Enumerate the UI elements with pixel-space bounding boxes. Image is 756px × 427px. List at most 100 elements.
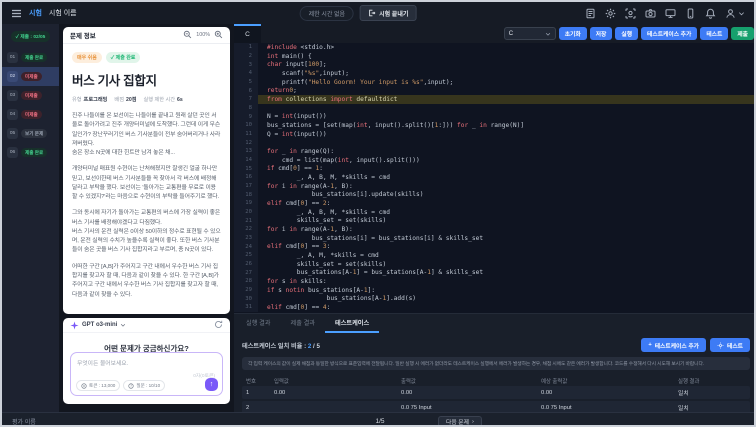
code-line-8[interactable]: 8 bbox=[234, 104, 756, 113]
sidebar-item-04[interactable]: 04미제출 bbox=[2, 105, 59, 124]
line-number: 2 bbox=[234, 52, 258, 61]
testcase-notice: 각 입력 케이스의 값이 실제 채점과 동일한 방식으로 표준입력에 전달됩니다… bbox=[242, 357, 750, 370]
code-line-1[interactable]: 1#include <stdio.h> bbox=[234, 43, 756, 52]
code-line-12[interactable]: 12 bbox=[234, 138, 756, 147]
sidebar-item-03[interactable]: 03미제출 bbox=[2, 86, 59, 105]
hamburger-menu-icon[interactable] bbox=[11, 8, 22, 19]
line-number: 17 bbox=[234, 182, 258, 191]
code-line-30[interactable]: 30 bus_stations[A-1].add(s) bbox=[234, 294, 756, 303]
gpt-question-input[interactable]: 무엇이든 물어보세요. 0자(0토큰) 토큰 : 13,000 ? 질문 : 1… bbox=[70, 352, 223, 396]
gpt-model-select[interactable]: GPT o3-mini bbox=[82, 322, 117, 328]
language-select[interactable]: C bbox=[504, 27, 556, 40]
description-paragraph: 그와 동시에 자기가 돌아가는 교통편의 버스에 가장 실력이 좋은 버스 기사… bbox=[72, 209, 221, 255]
monitor-icon[interactable] bbox=[665, 8, 676, 19]
code-line-29[interactable]: 29 if s not in bus_stations[A-1]: bbox=[234, 286, 756, 295]
code-line-3[interactable]: 3 char input[100]; bbox=[234, 60, 756, 69]
line-number: 14 bbox=[234, 156, 258, 165]
toolbar-button[interactable]: 초기화 bbox=[559, 27, 587, 40]
sidebar-item-05[interactable]: 05보기 문제 bbox=[2, 124, 59, 143]
result-tabs: 실행 결과제출 결과테스트케이스 bbox=[234, 313, 756, 333]
zoom-out-icon[interactable] bbox=[183, 27, 192, 44]
line-number: 3 bbox=[234, 60, 258, 69]
sidebar-item-01[interactable]: 01제출 완료 bbox=[2, 48, 59, 67]
meta-item: 실행 제한 시간6s bbox=[144, 96, 183, 103]
line-number: 4 bbox=[234, 69, 258, 78]
description-paragraph: 어떠한 구간 [A,B]가 주어지고 구간 내에서 우수한 버스 기사 집합지를… bbox=[72, 263, 221, 300]
result-tab-1[interactable]: 제출 결과 bbox=[281, 314, 326, 333]
code-line-14[interactable]: 14 cmd = list(map(int, input().split())) bbox=[234, 156, 756, 165]
plus-icon: + bbox=[648, 342, 651, 348]
code-line-27[interactable]: 27 bus_stations[A-1] = bus_stations[A-1]… bbox=[234, 268, 756, 277]
code-line-28[interactable]: 28 for s in skills: bbox=[234, 277, 756, 286]
exam-menu-label[interactable]: 시험 bbox=[29, 8, 42, 18]
toolbar-button[interactable]: 테스트케이스 추가 bbox=[641, 27, 697, 40]
bell-icon[interactable] bbox=[705, 8, 716, 19]
code-line-10[interactable]: 10bus_stations = [set(map(int, input().s… bbox=[234, 121, 756, 130]
camera-icon[interactable] bbox=[645, 8, 656, 19]
line-number: 27 bbox=[234, 268, 258, 277]
face-recognition-icon[interactable] bbox=[625, 8, 636, 19]
file-export-icon[interactable] bbox=[585, 8, 596, 19]
file-tab-c[interactable]: C bbox=[234, 24, 261, 43]
code-line-20[interactable]: 20 _, A, B, M, *skills = cmd bbox=[234, 208, 756, 217]
page-indicator: 1/5 bbox=[375, 418, 384, 425]
code-line-31[interactable]: 31 elif cmd[0] == 4: bbox=[234, 303, 756, 312]
result-tab-0[interactable]: 실행 결과 bbox=[236, 314, 281, 333]
sidebar-item-06[interactable]: 06제출 완료 bbox=[2, 143, 59, 162]
next-problem-button[interactable]: 다음 문제 › bbox=[438, 416, 482, 427]
problem-number: 02 bbox=[7, 71, 18, 82]
bottom-bar: 평가 이름 1/5 다음 문제 › bbox=[2, 412, 756, 427]
code-line-25[interactable]: 25 _, A, M, *skills = cmd bbox=[234, 251, 756, 260]
toolbar-button[interactable]: 실행 bbox=[615, 27, 638, 40]
description-paragraph: 진주 나들이를 온 보선이는 나들이를 끝내고 원래 살던 곳인 서울로 돌아가… bbox=[72, 112, 221, 158]
code-line-7[interactable]: 7from collections import defaultdict bbox=[234, 95, 756, 104]
line-number: 26 bbox=[234, 260, 258, 269]
submit-button[interactable]: 제출 bbox=[731, 27, 754, 40]
line-number: 12 bbox=[234, 138, 258, 147]
editor-toolbar: C C 초기화저장실행테스트케이스 추가테스트 제출 bbox=[234, 24, 756, 43]
code-line-13[interactable]: 13for _ in range(Q): bbox=[234, 147, 756, 156]
sidebar-item-02[interactable]: 02미제출 bbox=[2, 67, 59, 86]
code-line-16[interactable]: 16 _, A, B, M, *skills = cmd bbox=[234, 173, 756, 182]
code-editor[interactable]: 1#include <stdio.h>2int main() {3 char i… bbox=[234, 43, 756, 313]
code-line-18[interactable]: 18 bus_stations[i].update(skills) bbox=[234, 190, 756, 199]
refresh-icon[interactable] bbox=[214, 318, 223, 334]
smartphone-icon[interactable] bbox=[685, 8, 696, 19]
toolbar-button[interactable]: 테스트 bbox=[700, 27, 728, 40]
status-badge: 제출 완료 bbox=[21, 53, 47, 62]
token-balance-badge: 토큰 : 13,000 bbox=[76, 380, 120, 391]
code-line-22[interactable]: 22 for i in range(A-1, B): bbox=[234, 225, 756, 234]
line-number: 15 bbox=[234, 164, 258, 173]
code-line-9[interactable]: 9N = int(input()) bbox=[234, 112, 756, 121]
toolbar-button[interactable]: 저장 bbox=[590, 27, 613, 40]
testcase-row-2[interactable]: 20.0 75 Input0.0 75 Input일치 bbox=[242, 401, 750, 412]
zoom-in-icon[interactable] bbox=[214, 27, 223, 44]
code-line-23[interactable]: 23 bus_stations[i] = bus_stations[i] & s… bbox=[234, 234, 756, 243]
run-test-button[interactable]: 테스트 bbox=[710, 338, 750, 352]
code-line-15[interactable]: 15 if cmd[0] == 1: bbox=[234, 164, 756, 173]
testcase-row-1[interactable]: 10.000.000.00일치 bbox=[242, 386, 750, 399]
code-line-19[interactable]: 19 elif cmd[0] == 2: bbox=[234, 199, 756, 208]
code-line-4[interactable]: 4 scanf("%s",input); bbox=[234, 69, 756, 78]
code-line-17[interactable]: 17 for i in range(A-1, B): bbox=[234, 182, 756, 191]
user-menu[interactable] bbox=[725, 8, 745, 19]
code-line-26[interactable]: 26 skills_set = set(skills) bbox=[234, 260, 756, 269]
problem-info-panel: 문제 정보 100% 매우 쉬움 ✓ 제출 완료 버스 기사 집합지 유형프로그… bbox=[63, 27, 230, 314]
gear-icon[interactable] bbox=[605, 8, 616, 19]
add-testcase-button[interactable]: + 테스트케이스 추가 bbox=[641, 338, 706, 352]
end-exam-button[interactable]: 시험 끝내기 bbox=[360, 5, 416, 21]
result-tab-2[interactable]: 테스트케이스 bbox=[325, 314, 379, 333]
code-line-5[interactable]: 5 printf("Hello Goorm! Your input is %s"… bbox=[234, 78, 756, 87]
code-line-24[interactable]: 24 elif cmd[0] == 3: bbox=[234, 242, 756, 251]
code-line-2[interactable]: 2int main() { bbox=[234, 52, 756, 61]
line-number: 8 bbox=[234, 104, 258, 113]
problem-description: 진주 나들이를 온 보선이는 나들이를 끝내고 원래 살던 곳인 서울로 돌아가… bbox=[72, 112, 221, 300]
code-line-11[interactable]: 11Q = int(input()) bbox=[234, 130, 756, 139]
code-line-21[interactable]: 21 skills_set = set(skills) bbox=[234, 216, 756, 225]
status-badge: 미제출 bbox=[21, 91, 42, 100]
send-button[interactable]: ↑ bbox=[205, 378, 218, 391]
gpt-input-placeholder: 무엇이든 물어보세요. bbox=[77, 358, 216, 367]
problem-title: 버스 기사 집합지 bbox=[72, 70, 221, 89]
code-line-6[interactable]: 6 return 0; bbox=[234, 86, 756, 95]
line-number: 30 bbox=[234, 294, 258, 303]
